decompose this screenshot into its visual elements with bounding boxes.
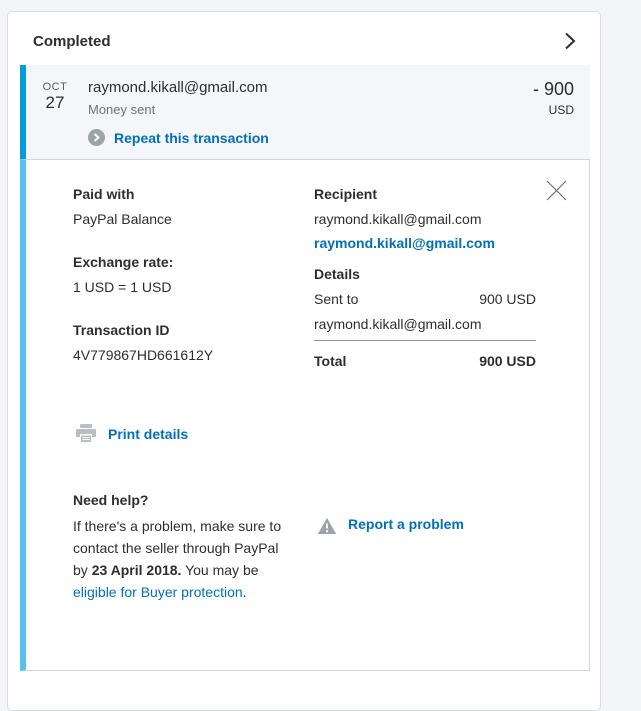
transaction-id-group: Transaction ID 4V779867HD661612Y xyxy=(73,322,314,363)
transaction-row-content: OCT 27 raymond.kikall@gmail.com Money se… xyxy=(26,65,590,159)
transaction-row[interactable]: OCT 27 raymond.kikall@gmail.com Money se… xyxy=(20,65,590,159)
repeat-transaction-label: Repeat this transaction xyxy=(114,129,269,146)
recipient-name: raymond.kikall@gmail.com xyxy=(314,211,482,227)
transaction-summary: raymond.kikall@gmail.com Money sent Repe… xyxy=(88,79,504,147)
transaction-date-day: 27 xyxy=(45,93,65,112)
sent-to-label: Sent to xyxy=(314,291,359,307)
transaction-amount: - 900 xyxy=(532,79,574,99)
report-problem-link[interactable]: Report a problem xyxy=(317,516,464,538)
details-left-column: Paid with PayPal Balance Exchange rate: … xyxy=(73,186,314,390)
details-group: Details Sent to 900 USD raymond.kikall@g… xyxy=(314,266,536,369)
help-section: Need help? If there's a problem, make su… xyxy=(73,492,589,603)
exchange-rate-group: Exchange rate: 1 USD = 1 USD xyxy=(73,254,314,295)
activity-card: Completed OCT 27 raymond.kikall@gmail.co… xyxy=(7,11,601,711)
transaction-id-value: 4V779867HD661612Y xyxy=(73,347,214,363)
transaction-amount-block: - 900 USD xyxy=(504,79,574,147)
transaction-date: OCT 27 xyxy=(38,79,72,147)
recipient-email-link[interactable]: raymond.kikall@gmail.com xyxy=(314,235,495,251)
details-right-column: Recipient raymond.kikall@gmail.com raymo… xyxy=(314,186,536,390)
card-header: Completed xyxy=(8,12,600,65)
details-label: Details xyxy=(314,266,360,282)
details-columns: Paid with PayPal Balance Exchange rate: … xyxy=(26,160,589,390)
help-body: If there's a problem, make sure to conta… xyxy=(73,515,283,603)
transaction-currency: USD xyxy=(548,103,574,117)
recipient-group: Recipient raymond.kikall@gmail.com raymo… xyxy=(314,186,536,253)
close-icon[interactable] xyxy=(545,179,568,202)
exchange-rate-value: 1 USD = 1 USD xyxy=(73,279,172,295)
transaction-id-label: Transaction ID xyxy=(73,322,170,338)
total-label: Total xyxy=(314,353,347,369)
sent-to-email: raymond.kikall@gmail.com xyxy=(314,316,482,332)
help-text-block: Need help? If there's a problem, make su… xyxy=(73,492,283,603)
paid-with-group: Paid with PayPal Balance xyxy=(73,186,314,227)
exchange-rate-label: Exchange rate: xyxy=(73,254,174,270)
buyer-protection-link[interactable]: eligible for Buyer protection xyxy=(73,584,243,600)
paid-with-label: Paid with xyxy=(73,186,135,202)
total-amount: 900 USD xyxy=(479,353,536,369)
help-deadline-date: 23 April 2018. xyxy=(91,562,182,578)
printer-icon xyxy=(76,424,96,442)
help-body-text-3: . xyxy=(242,584,247,600)
report-problem-label: Report a problem xyxy=(348,516,464,532)
print-details-label: Print details xyxy=(108,425,189,442)
repeat-transaction-link[interactable]: Repeat this transaction xyxy=(88,129,269,146)
repeat-circle-arrow-icon xyxy=(88,129,105,146)
transaction-type: Money sent xyxy=(88,102,156,117)
transaction-details-panel: Paid with PayPal Balance Exchange rate: … xyxy=(20,159,590,671)
status-title: Completed xyxy=(33,32,111,50)
recipient-label: Recipient xyxy=(314,186,378,202)
total-row: Total 900 USD xyxy=(314,353,536,369)
print-details-link[interactable]: Print details xyxy=(76,424,188,443)
chevron-right-icon[interactable] xyxy=(564,32,576,50)
total-divider xyxy=(314,340,536,341)
sent-to-row: Sent to 900 USD xyxy=(314,291,536,307)
help-body-text-2: You may be xyxy=(181,562,259,578)
sent-to-amount: 900 USD xyxy=(479,291,536,307)
transaction-date-month: OCT xyxy=(42,81,68,93)
payee-email: raymond.kikall@gmail.com xyxy=(88,79,268,96)
paid-with-value: PayPal Balance xyxy=(73,211,172,227)
warning-triangle-icon xyxy=(317,518,337,534)
help-title: Need help? xyxy=(73,492,149,508)
